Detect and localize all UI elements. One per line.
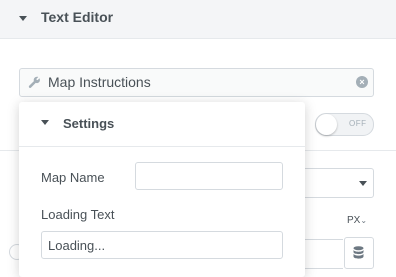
section-header-text-editor[interactable]: Text Editor (0, 0, 396, 39)
caret-down-icon (19, 16, 27, 21)
loading-text-input[interactable] (41, 231, 283, 259)
unit-selector[interactable]: PX⌄ (347, 215, 367, 226)
map-name-input[interactable] (135, 162, 283, 190)
database-icon (353, 246, 364, 259)
clear-icon[interactable]: × (356, 76, 368, 88)
map-name-label: Map Name (41, 170, 105, 185)
loading-text-label: Loading Text (41, 207, 115, 222)
select-dropdown[interactable] (300, 168, 374, 198)
query-control[interactable]: Map Instructions × (19, 68, 374, 97)
popover-header[interactable]: Settings (19, 102, 305, 147)
toggle-label: OFF (349, 119, 367, 128)
chevron-down-icon (359, 181, 367, 186)
number-input[interactable] (300, 239, 343, 269)
caret-down-icon (41, 120, 49, 125)
popover-title: Settings (63, 116, 115, 131)
unit-label: PX (347, 215, 361, 226)
chevron-down-icon: ⌄ (360, 216, 368, 225)
wrench-icon (28, 76, 40, 88)
toggle-switch[interactable]: OFF (315, 113, 374, 136)
settings-popover: Settings Map Name Loading Text (19, 102, 305, 277)
section-title: Text Editor (41, 9, 114, 25)
toggle-knob (316, 114, 337, 135)
query-value: Map Instructions (48, 74, 151, 90)
dynamic-tags-button[interactable] (344, 237, 374, 269)
